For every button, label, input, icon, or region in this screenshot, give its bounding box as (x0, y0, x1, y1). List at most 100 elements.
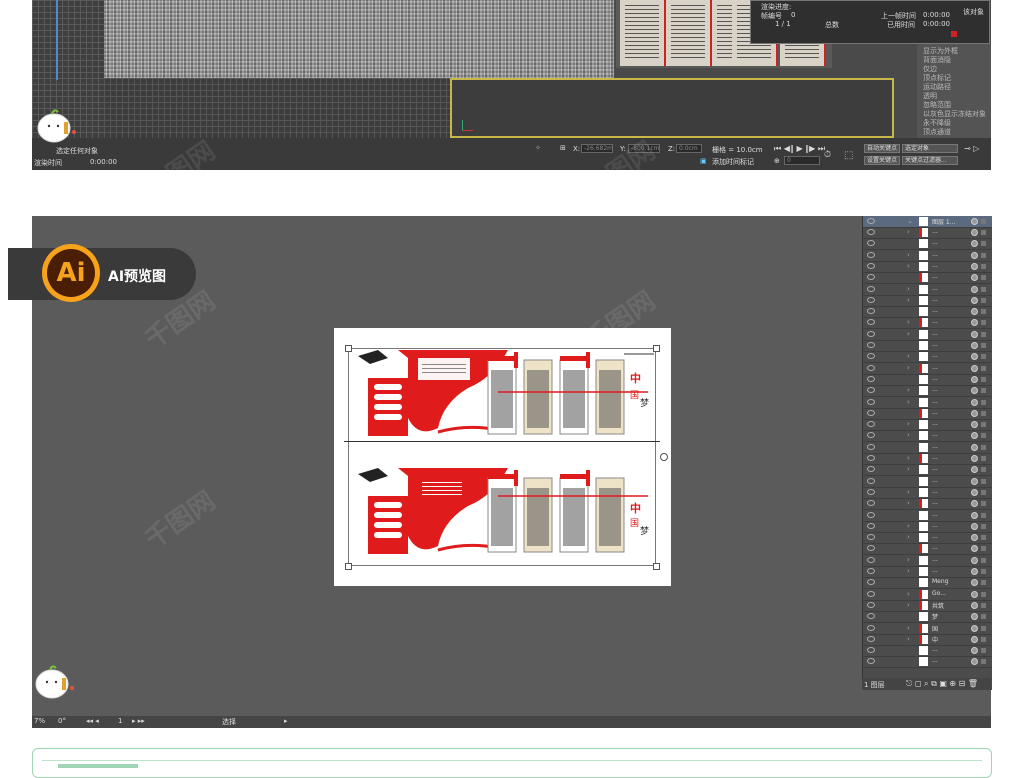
layer-row[interactable]: ›... (863, 464, 992, 477)
layer-row[interactable]: ›... (863, 453, 992, 465)
layer-name[interactable]: ... (932, 477, 938, 484)
target-circle-icon[interactable] (971, 601, 978, 609)
visibility-eye-icon[interactable] (867, 342, 875, 348)
layer-row[interactable]: ... (863, 656, 992, 669)
expand-caret-icon[interactable]: › (907, 488, 910, 496)
layer-name[interactable]: ... (932, 318, 938, 325)
visibility-eye-icon[interactable] (867, 398, 875, 405)
selection-square-icon[interactable] (981, 331, 986, 337)
key-filters-button[interactable]: 关键点过滤器... (902, 156, 958, 165)
layer-row[interactable]: ›... (863, 227, 992, 239)
expand-caret-icon[interactable]: › (907, 386, 910, 394)
target-circle-icon[interactable] (971, 590, 978, 598)
layer-name[interactable]: ... (932, 296, 938, 303)
y-coordinate-field[interactable]: -800.1cm (628, 144, 660, 153)
layer-name[interactable]: ... (932, 341, 938, 348)
selection-square-icon[interactable] (981, 388, 986, 394)
target-circle-icon[interactable] (971, 455, 978, 462)
selection-square-icon[interactable] (981, 625, 986, 631)
target-circle-icon[interactable] (971, 274, 978, 282)
layer-name[interactable]: ... (932, 375, 938, 382)
visibility-eye-icon[interactable] (867, 477, 875, 484)
artboard[interactable]: 中 国 梦 中 国 梦 (334, 328, 671, 586)
expand-caret-icon[interactable]: › (907, 601, 910, 609)
time-config-icon[interactable]: ⏱ (824, 150, 831, 160)
target-circle-icon[interactable] (971, 319, 978, 327)
layer-row[interactable]: › 中 (863, 634, 992, 646)
selection-square-icon[interactable] (981, 535, 986, 541)
visibility-eye-icon[interactable] (867, 262, 875, 269)
visibility-eye-icon[interactable] (867, 658, 875, 665)
selection-square-icon[interactable] (981, 614, 986, 620)
selection-square-icon[interactable] (981, 241, 986, 247)
layer-row[interactable]: ›... (863, 521, 992, 533)
selection-square-icon[interactable] (981, 252, 986, 258)
visibility-eye-icon[interactable] (867, 500, 875, 507)
layer-row[interactable]: › Go... (863, 589, 992, 601)
target-circle-icon[interactable] (971, 342, 978, 349)
visibility-eye-icon[interactable] (867, 545, 875, 552)
selection-square-icon[interactable] (981, 309, 986, 315)
visibility-eye-icon[interactable] (867, 330, 875, 337)
expand-caret-icon[interactable]: › (907, 296, 910, 304)
layer-name[interactable]: ... (932, 556, 938, 563)
layer-name[interactable]: ... (932, 431, 938, 438)
artboard-number[interactable]: 1 (118, 717, 122, 725)
selection-square-icon[interactable] (981, 286, 986, 292)
layer-row[interactable]: ›... (863, 566, 992, 578)
visibility-eye-icon[interactable] (867, 556, 875, 563)
layer-name[interactable]: Meng (932, 578, 948, 585)
visibility-eye-icon[interactable] (867, 488, 875, 495)
layer-row[interactable]: ... (863, 476, 992, 488)
layer-row[interactable]: ›... (863, 250, 992, 262)
expand-caret-icon[interactable]: › (907, 431, 910, 439)
layer-row[interactable]: ›... (863, 430, 992, 443)
rotate-handle[interactable] (660, 453, 668, 461)
time-tag-icon[interactable]: ▣ (700, 157, 707, 165)
target-circle-icon[interactable] (971, 240, 978, 248)
visibility-eye-icon[interactable] (867, 522, 875, 529)
target-circle-icon[interactable] (971, 534, 978, 542)
visibility-eye-icon[interactable] (867, 568, 875, 574)
expand-caret-icon[interactable]: ⌄ (907, 217, 913, 225)
selection-square-icon[interactable] (981, 456, 986, 461)
layer-row[interactable]: ... (863, 374, 992, 386)
layer-name[interactable]: 共筑 (932, 601, 944, 610)
layer-row[interactable]: › 共筑 (863, 600, 992, 612)
visibility-eye-icon[interactable] (867, 251, 875, 258)
visibility-eye-icon[interactable] (867, 635, 875, 642)
visibility-eye-icon[interactable] (867, 319, 875, 326)
expand-caret-icon[interactable]: › (907, 330, 910, 338)
target-circle-icon[interactable] (971, 443, 978, 451)
selection-square-icon[interactable] (981, 230, 986, 235)
selection-square-icon[interactable] (981, 648, 986, 654)
expand-caret-icon[interactable]: › (907, 398, 910, 406)
visibility-eye-icon[interactable] (867, 364, 875, 371)
rotation-angle[interactable]: 0° (58, 717, 66, 725)
expand-caret-icon[interactable]: › (907, 454, 910, 462)
layer-row[interactable]: ›... (863, 498, 992, 511)
selection-handle[interactable] (345, 563, 352, 570)
target-circle-icon[interactable] (971, 387, 978, 395)
layer-row[interactable]: ... (863, 543, 992, 556)
visibility-eye-icon[interactable] (867, 534, 875, 541)
target-circle-icon[interactable] (971, 398, 978, 406)
layer-row[interactable]: Meng (863, 577, 992, 590)
transform-type-icon[interactable]: ⊞ (560, 144, 566, 152)
layer-row[interactable]: ... (863, 238, 992, 251)
expand-caret-icon[interactable]: › (907, 251, 910, 259)
visibility-eye-icon[interactable] (867, 443, 875, 450)
key-mode-icon[interactable]: ⊕ (774, 157, 780, 165)
layer-name[interactable]: ... (932, 420, 938, 427)
layer-name[interactable]: ... (932, 465, 938, 472)
layer-row[interactable]: ›... (863, 295, 992, 307)
layer-name[interactable]: ... (932, 352, 938, 359)
target-circle-icon[interactable] (971, 330, 978, 338)
target-circle-icon[interactable] (971, 251, 978, 259)
layer-row[interactable]: ... (863, 306, 992, 319)
target-circle-icon[interactable] (971, 647, 978, 655)
artboard-nav-next-icon[interactable]: ▸ ▸▸ (132, 717, 145, 725)
selection-square-icon[interactable] (981, 263, 986, 269)
target-circle-icon[interactable] (971, 409, 978, 417)
selection-handle[interactable] (653, 345, 660, 352)
